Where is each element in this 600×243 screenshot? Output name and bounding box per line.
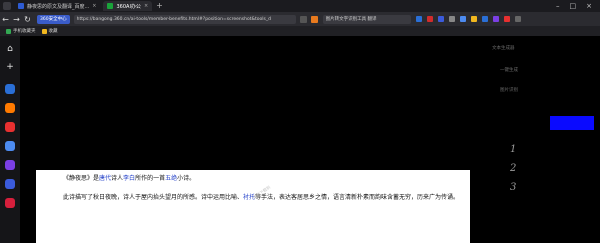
side-text: 一键生成 [500,68,518,73]
baidu-favicon-icon [18,3,24,9]
add-icon[interactable]: + [5,62,15,72]
reload-icon[interactable]: ↻ [22,15,33,24]
main-content: 文本生成器 一键生成 图片识别 1 2 3 《静夜思》是唐代诗人李白所作的一首五… [20,36,600,243]
forward-icon[interactable]: → [11,15,22,24]
tab-strip: 静夜思的原文及翻译_百度... × 360AI办公 × + – □ × [0,0,600,12]
security-badge[interactable]: 360安全中心 [37,14,70,24]
highlighted-term[interactable]: 五绝 [165,175,177,182]
ext-red-icon[interactable] [426,16,433,22]
bookmark-label: 收藏 [48,29,58,34]
ext-indigo-icon[interactable] [437,16,444,22]
close-window-icon[interactable]: × [586,2,592,10]
extension-icon[interactable] [310,15,318,23]
360-favicon-icon [107,3,114,9]
app-red-icon[interactable] [5,122,15,132]
bookmark-label: 手机收藏夹 [13,29,36,34]
menu-icon[interactable] [514,16,521,22]
bookmarks-bar: 手机收藏夹 收藏 [0,26,600,36]
highlighted-term[interactable]: 唐代 [99,175,111,182]
grid-icon[interactable] [299,15,307,23]
search-input[interactable]: 图片转文字识别工具 翻译 [322,14,411,24]
paragraph: 《静夜思》是唐代诗人李白所作的一首五绝小诗。 [46,174,460,183]
close-icon[interactable]: × [144,3,148,9]
app-gradient-icon[interactable] [5,179,15,189]
sidebar: ⌂ + [0,36,20,243]
highlighted-term[interactable]: 李白 [123,175,135,182]
tab-baidu[interactable]: 静夜思的原文及翻译_百度... × [14,1,100,11]
address-bar[interactable]: https://bangong.360.cn/ai-tools/member-b… [73,14,296,24]
ext-blue-icon[interactable] [415,16,422,22]
ext-blue2-icon[interactable] [481,16,488,22]
tab-360ai[interactable]: 360AI办公 × [103,1,153,11]
text-segment: 等手法，表达客居思乡之情，语言清新朴素而韵味含蓄无穷，历来广为传诵。 [255,194,460,201]
side-text: 图片识别 [500,88,518,93]
maximize-icon[interactable]: □ [570,2,577,10]
text-segment: 《静夜思》是 [63,175,100,182]
ext-purple-icon[interactable] [492,16,499,22]
back-icon[interactable]: ← [0,15,11,24]
ext-yellow-icon[interactable] [470,16,477,22]
app-blue-icon[interactable] [5,84,15,94]
bookmark-mobile[interactable]: 手机收藏夹 [6,28,36,34]
ext-red2-icon[interactable] [503,16,510,22]
text-segment: 所作的一首 [135,175,166,182]
app-purple-icon[interactable] [5,160,15,170]
side-text: 文本生成器 [492,46,515,51]
recognized-text-card: 《静夜思》是唐代诗人李白所作的一首五绝小诗。 此诗描写了秋日夜晚，诗人于屋内抬头… [36,170,470,243]
tab-label: 静夜思的原文及翻译_百度... [27,3,90,10]
app-ring-icon[interactable] [5,141,15,151]
star-icon [41,28,47,34]
text-segment: 诗人 [111,175,124,182]
toolbar: ← → ↻ 360安全中心 https://bangong.360.cn/ai-… [0,12,600,26]
text-segment: 此诗描写了秋日夜晚，诗人于屋内抬头望月的所感。诗中运用比喻、 [63,194,244,201]
close-icon[interactable]: × [92,3,96,9]
step-number: 1 [510,144,517,155]
app-orange-icon[interactable] [5,103,15,113]
home-icon[interactable]: ⌂ [5,44,15,54]
window-controls: – □ × [556,2,600,10]
tab-list-icon[interactable] [3,2,11,10]
minimize-icon[interactable]: – [556,2,560,10]
blue-action-button[interactable] [550,116,594,130]
bookmark-favorites[interactable]: 收藏 [41,28,58,34]
app-game-icon[interactable] [5,198,15,208]
step-number: 3 [510,182,517,193]
tab-label: 360AI办公 [116,3,141,10]
ext-light-blue-icon[interactable] [459,16,466,22]
new-tab-icon[interactable]: + [156,2,163,10]
text-segment: 小诗。 [177,175,196,182]
step-number: 2 [510,163,517,174]
bookmark-folder-icon [6,28,11,34]
ext-grey-icon[interactable] [448,16,455,22]
